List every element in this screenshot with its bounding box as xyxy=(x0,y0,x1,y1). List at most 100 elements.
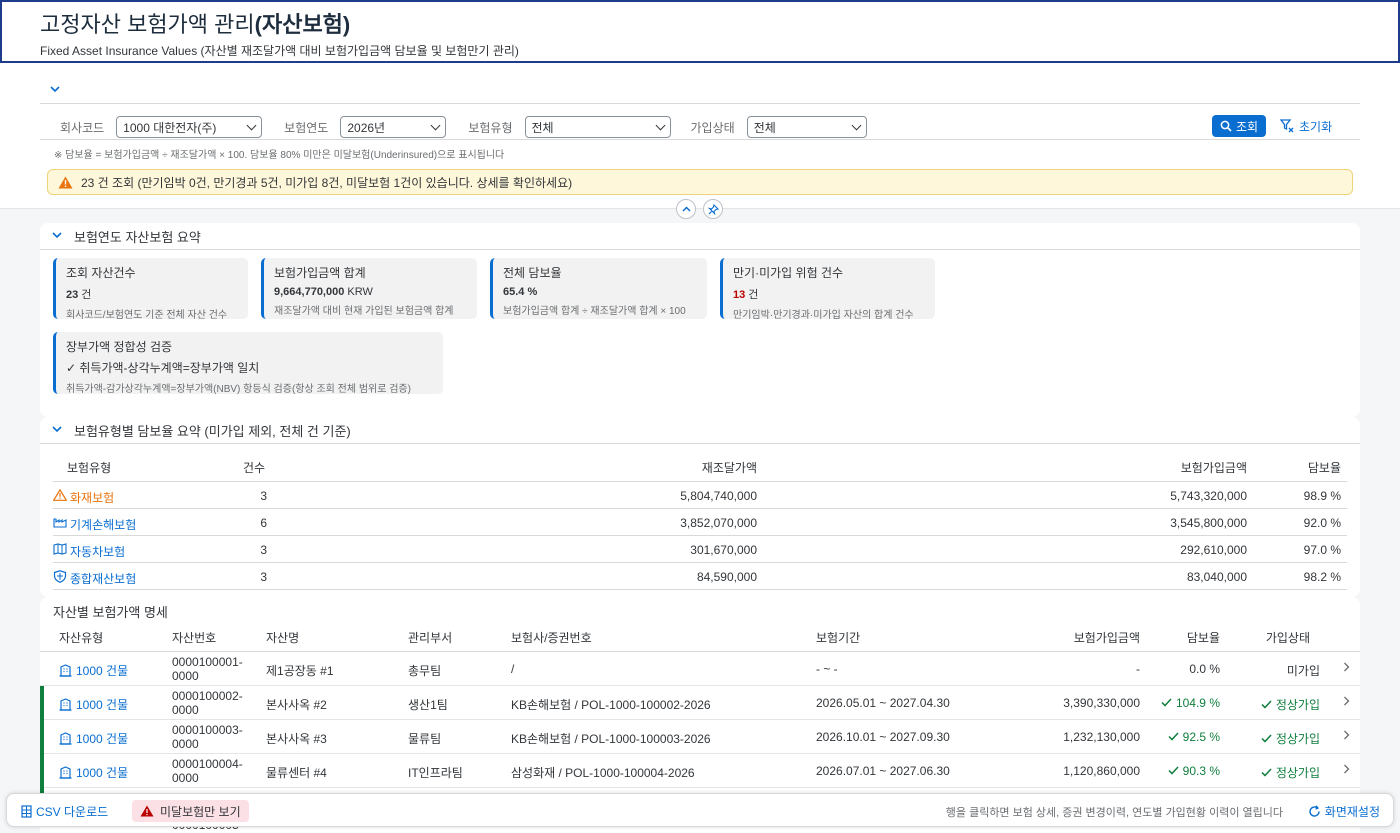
collapse-header-button[interactable] xyxy=(676,199,696,219)
footer-toolbar: CSV 다운로드 미달보험만 보기 행을 클릭하면 보험 상세, 증권 변경이력… xyxy=(6,793,1394,827)
table-row[interactable]: 화재보험 3 5,804,740,000 5,743,320,000 98.9 … xyxy=(52,482,1347,509)
asset-number: 0000100001- 0000 xyxy=(172,655,243,683)
divider xyxy=(40,139,1360,140)
section-title: 자산별 보험가액 명세 xyxy=(53,605,168,620)
table-header: 자산유형 자산번호 자산명 관리부서 보험사/증권번호 보험기간 보험가입금액 … xyxy=(40,622,1360,652)
warning-message-strip: 23 건 조회 (만기임박 0건, 만기경과 5건, 미가입 8건, 미달보험 … xyxy=(47,169,1353,195)
kpi-risk-count: 만기·미가입 위험 건수 13 건 만기임박·만기경과·미가입 자산의 합계 건… xyxy=(720,258,935,321)
check-icon xyxy=(1261,700,1272,709)
asset-type-link[interactable]: 1000 건물 xyxy=(59,696,128,713)
type-summary-section-header[interactable]: 보험유형별 담보율 요약 (미가입 제외, 전체 건 기준) xyxy=(40,417,1360,444)
page-title-bar: 고정자산 보험가액 관리(자산보험) Fixed Asset Insurance… xyxy=(0,0,1400,63)
filter-header: 회사코드 1000 대한전자(주) 보험연도 2026년 보험유형 전체 가입상… xyxy=(0,63,1400,209)
status-badge: 정상가입 xyxy=(1261,696,1320,713)
chevron-down-icon xyxy=(430,120,441,130)
year-label: 보험연도 xyxy=(284,120,329,135)
car-map-icon xyxy=(53,543,67,558)
type-summary-section: 보험유형별 담보율 요약 (미가입 제외, 전체 건 기준) 보험유형 건수 재… xyxy=(40,417,1360,597)
table-row[interactable]: 1000 건물 0000100003- 0000 본사사옥 #3 물류팀 KB손해보험 /… xyxy=(40,720,1360,754)
status-indicator xyxy=(40,686,44,720)
table-row[interactable]: 1000 건물 0000100004- 0000 물류센터 #4 IT인프라팀 삼성화재 … xyxy=(40,754,1360,788)
underinsured-only-toggle[interactable]: 미달보험만 보기 xyxy=(132,800,249,822)
warning-icon xyxy=(58,176,73,188)
refresh-icon xyxy=(1309,805,1320,817)
asset-number: 0000100004- 0000 xyxy=(172,757,243,785)
pin-icon xyxy=(707,203,719,215)
kpi-nbv-check: 장부가액 정합성 검증 ✓ 취득가액-상각누계액=장부가액 일치 취득가액-감가… xyxy=(53,332,443,395)
section-title: 보험유형별 담보율 요약 (미가입 제외, 전체 건 기준) xyxy=(74,423,351,439)
shield-icon xyxy=(53,570,67,586)
table-header: 보험유형 건수 재조달가액 보험가입금액 담보율 xyxy=(53,452,1347,482)
check-icon xyxy=(1168,766,1179,775)
check-icon xyxy=(1168,732,1179,741)
year-select[interactable]: 2026년 xyxy=(340,116,447,138)
pin-header-button[interactable] xyxy=(703,199,723,219)
chevron-down-icon[interactable] xyxy=(50,82,60,96)
page-subtitle: Fixed Asset Insurance Values (자산별 재조달가액 … xyxy=(40,44,519,58)
coverage-ratio: 104.9 % xyxy=(1161,696,1220,710)
warning-icon xyxy=(140,805,154,817)
company-select[interactable]: 1000 대한전자(주) xyxy=(116,116,263,138)
building-icon xyxy=(59,698,72,711)
warning-icon xyxy=(52,488,68,504)
divider xyxy=(40,103,1360,104)
status-badge: 미가입 xyxy=(1286,664,1320,678)
spreadsheet-icon xyxy=(21,805,32,818)
kpi-coverage-ratio: 전체 담보율 65.4 % 보험가입금액 합계 ÷ 재조달가액 합계 × 100 xyxy=(490,258,707,319)
coverage-ratio: 90.3 % xyxy=(1168,764,1220,778)
chevron-down-icon xyxy=(52,230,62,242)
table-row[interactable]: 1000 건물 0000100002- 0000 본사사옥 #2 생산1팀 KB손해보험 … xyxy=(40,686,1360,720)
filter-bar: 회사코드 1000 대한전자(주) 보험연도 2026년 보험유형 전체 가입상… xyxy=(60,115,867,139)
coverage-ratio: 0.0 % xyxy=(1189,662,1220,676)
status-badge: 정상가입 xyxy=(1261,764,1320,781)
company-label: 회사코드 xyxy=(60,120,105,135)
chevron-down-icon xyxy=(246,120,257,130)
chevron-right-icon[interactable] xyxy=(1343,661,1350,675)
building-icon xyxy=(59,766,72,779)
factory-icon xyxy=(53,516,67,531)
footer-hint: 행을 클릭하면 보험 상세, 증권 변경이력, 연도별 가입현황 이력이 열립니… xyxy=(945,807,1283,819)
coverage-ratio: 92.5 % xyxy=(1168,730,1220,744)
summary-section: 보험연도 자산보험 요약 조회 자산건수 23 건 회사코드/보험연도 기준 전… xyxy=(40,223,1360,417)
building-icon xyxy=(59,664,72,677)
check-icon xyxy=(1161,698,1172,707)
table-row[interactable]: 종합재산보험 3 84,590,000 83,040,000 98.2 % xyxy=(53,563,1347,590)
ratio-note: ※ 담보율 = 보험가입금액 ÷ 재조달가액 × 100. 담보율 80% 미만… xyxy=(54,150,505,161)
chevron-down-icon xyxy=(52,424,62,436)
chevron-right-icon[interactable] xyxy=(1343,695,1350,709)
building-icon xyxy=(59,732,72,745)
warning-text: 23 건 조회 (만기임박 0건, 만기경과 5건, 미가입 8건, 미달보험 … xyxy=(81,175,573,190)
status-indicator xyxy=(40,720,44,754)
type-label: 보험유형 xyxy=(468,120,513,135)
reset-button[interactable]: 초기화 xyxy=(1280,115,1332,137)
asset-number: 0000100003- 0000 xyxy=(172,723,243,751)
check-icon xyxy=(1261,734,1272,743)
chevron-up-icon xyxy=(681,206,691,212)
chevron-down-icon xyxy=(851,120,862,130)
asset-type-link[interactable]: 1000 건물 xyxy=(59,730,128,747)
search-icon xyxy=(1220,120,1232,132)
asset-type-link[interactable]: 1000 건물 xyxy=(59,764,128,781)
status-select[interactable]: 전체 xyxy=(746,116,867,138)
table-row[interactable]: 기계손해보험 6 3,852,070,000 3,545,800,000 92.… xyxy=(53,509,1347,536)
status-indicator xyxy=(40,754,44,788)
chevron-right-icon[interactable] xyxy=(1343,763,1350,777)
table-row[interactable]: 자동차보험 3 301,670,000 292,610,000 97.0 % xyxy=(53,536,1347,563)
search-button[interactable]: 조회 xyxy=(1212,115,1266,137)
kpi-insured-total: 보험가입금액 합계 9,664,770,000 KRW 재조달가액 대비 현재 … xyxy=(261,258,477,319)
status-badge: 정상가입 xyxy=(1261,730,1320,747)
summary-section-header[interactable]: 보험연도 자산보험 요약 xyxy=(40,223,1360,250)
type-select[interactable]: 전체 xyxy=(524,116,671,138)
csv-download-button[interactable]: CSV 다운로드 xyxy=(20,803,108,820)
asset-type-link[interactable]: 1000 건물 xyxy=(59,662,128,679)
chevron-right-icon[interactable] xyxy=(1343,729,1350,743)
chevron-down-icon xyxy=(655,120,665,130)
reset-view-button[interactable]: 화면재설정 xyxy=(1308,803,1380,820)
status-label: 가입상태 xyxy=(690,120,735,135)
page-title: 고정자산 보험가액 관리(자산보험) xyxy=(40,12,351,37)
asset-number: 0000100002- 0000 xyxy=(172,689,243,717)
filter-clear-icon xyxy=(1280,119,1294,133)
table-row[interactable]: 1000 건물 0000100001- 0000 제1공장동 #1 총무팀 / - ~ --… xyxy=(40,652,1360,686)
section-title: 보험연도 자산보험 요약 xyxy=(74,229,201,245)
check-icon xyxy=(1261,768,1272,777)
